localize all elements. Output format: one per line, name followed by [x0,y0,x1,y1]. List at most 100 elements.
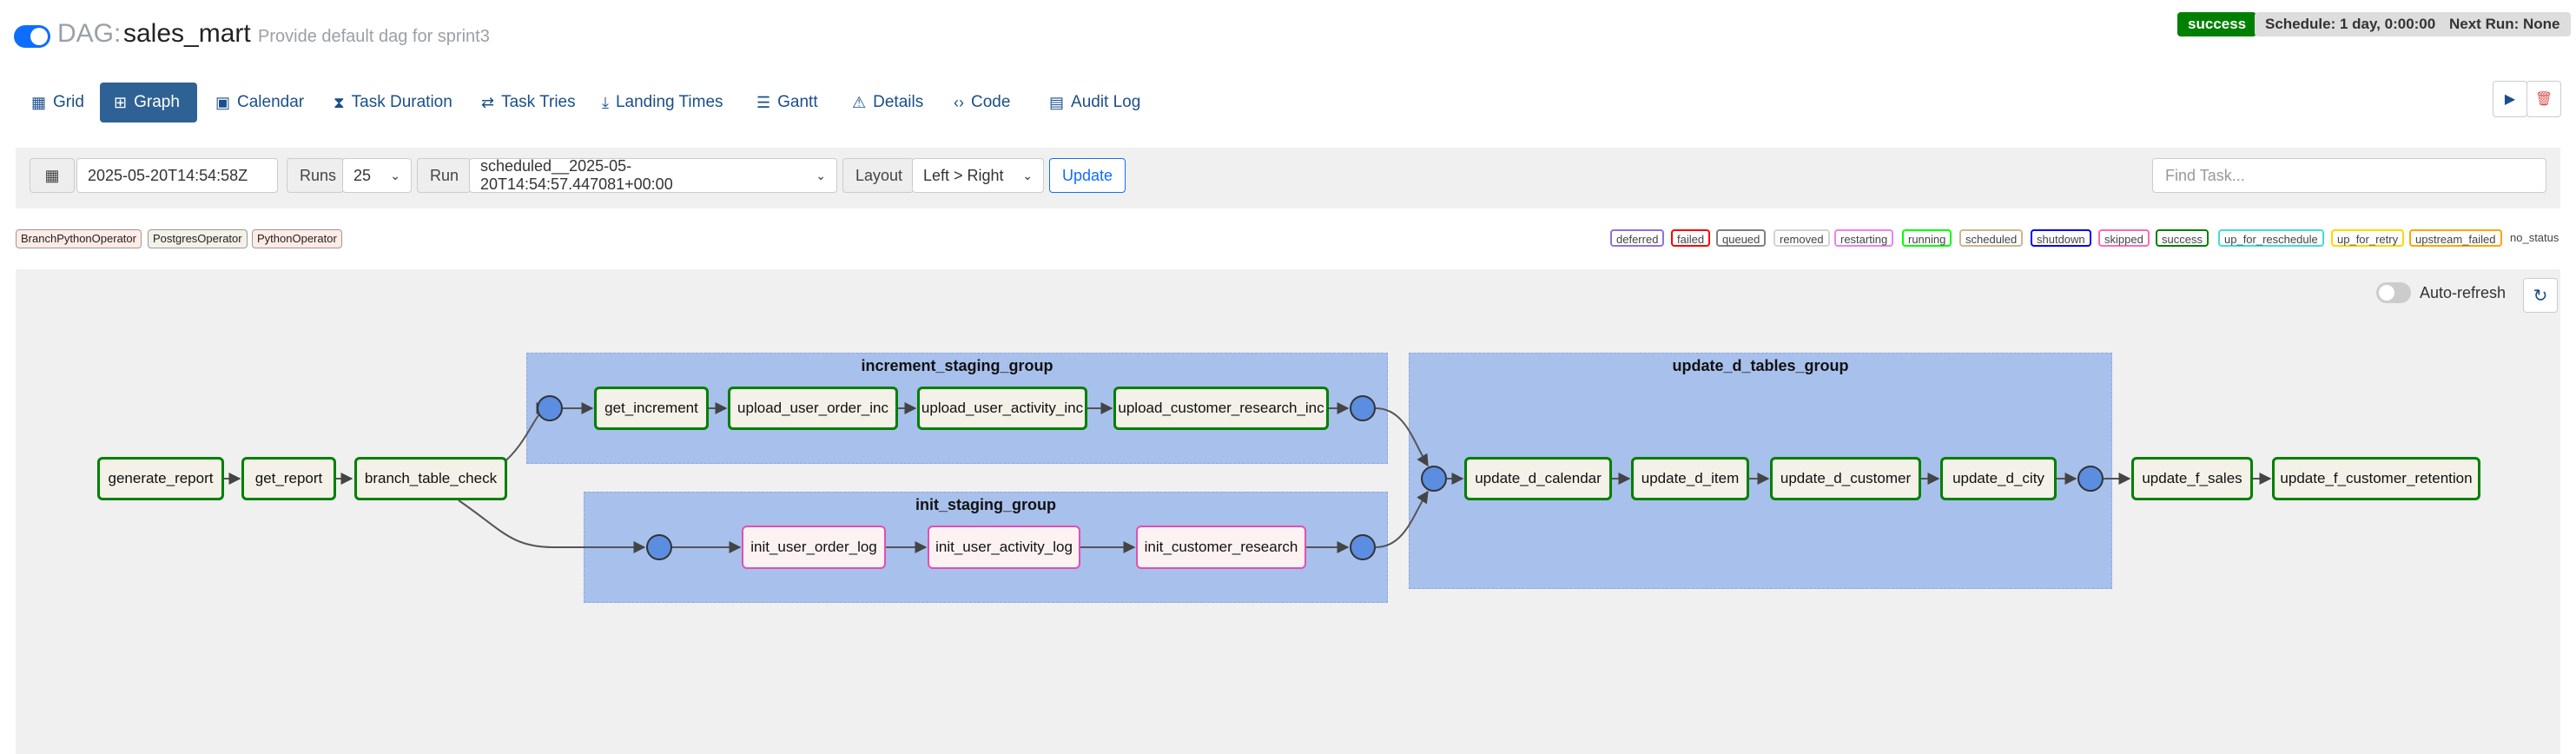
chevron-down-icon: ⌄ [1022,168,1033,182]
state-legend-running[interactable]: running [1902,229,1952,247]
grid-icon: ▦ [31,93,47,111]
base-date-input[interactable]: 2025-05-20T14:54:58Z [76,158,278,193]
runs-select[interactable]: 25 ⌄ [342,158,412,193]
operator-legend-python: PythonOperator [252,229,342,248]
refresh-icon: ↻ [2533,286,2548,306]
layout-label: Layout [842,158,914,193]
run-select[interactable]: scheduled__2025-05-20T14:54:57.447081+00… [469,157,837,193]
task-node-init-user-order-log[interactable]: init_user_order_log [742,526,886,569]
audit-file-icon: ▤ [1049,93,1065,111]
dag-title: sales_mart [123,19,251,48]
tab-calendar-label: Calendar [237,93,305,111]
next-run-badge: Next Run: None [2439,12,2571,36]
state-legend-restarting[interactable]: restarting [1834,229,1894,247]
tab-graph[interactable]: ⊞ Graph [100,83,197,122]
update-button[interactable]: Update [1049,158,1126,193]
task-node-init-customer-research[interactable]: init_customer_research [1136,526,1306,569]
auto-refresh-control[interactable]: Auto-refresh [2376,282,2506,303]
state-legend-scheduled[interactable]: scheduled [1959,229,2024,247]
run-select-value: scheduled__2025-05-20T14:54:57.447081+00… [480,157,673,193]
tab-grid[interactable]: ▦ Grid [17,83,98,122]
group-join-node[interactable] [2077,466,2104,492]
code-icon: ‹› [954,93,964,111]
state-legend-deferred[interactable]: deferred [1610,229,1665,247]
tab-landing-times[interactable]: ⤓ Landing Times [588,83,737,122]
delete-dag-button[interactable]: 🗑 [2526,81,2561,117]
retry-icon: ⇄ [481,93,495,111]
tab-landing-times-label: Landing Times [615,93,723,111]
group-join-node[interactable] [1350,395,1376,421]
auto-refresh-switch[interactable] [2376,282,2411,303]
state-legend-upstream-failed[interactable]: upstream_failed [2409,229,2502,247]
runs-select-value: 25 [353,166,372,184]
graph-edges [224,402,2272,553]
tab-code[interactable]: ‹› Code [940,83,1024,122]
chevron-down-icon: ⌄ [816,168,826,182]
tab-gantt-label: Gantt [777,93,818,111]
graph-canvas[interactable]: increment_staging_group init_staging_gro… [16,269,2560,754]
group-join-node[interactable] [1350,534,1376,560]
layout-select[interactable]: Left > Right ⌄ [912,158,1044,193]
tab-task-tries-label: Task Tries [501,93,576,111]
task-node-get-increment[interactable]: get_increment [594,387,709,430]
date-picker-button[interactable]: ▦ [30,158,75,193]
play-icon: ▶ [2504,92,2516,107]
task-node-update-d-calendar[interactable]: update_d_calendar [1464,457,1612,500]
dag-label-prefix: DAG: [57,19,122,48]
chevron-down-icon: ⌄ [390,168,400,182]
toggle-knob [30,28,48,45]
task-node-update-d-item[interactable]: update_d_item [1631,457,1749,500]
landing-icon: ⤓ [602,93,609,111]
tab-gantt[interactable]: ☰ Gantt [743,83,832,122]
group-join-node[interactable] [1421,466,1447,492]
operator-legend-branch-python: BranchPythonOperator [16,229,142,248]
task-node-update-f-sales[interactable]: update_f_sales [2131,457,2253,500]
tab-graph-label: Graph [134,93,180,111]
calendar-icon: ▦ [44,166,60,184]
task-node-generate-report[interactable]: generate_report [97,457,224,500]
state-legend-skipped[interactable]: skipped [2098,229,2150,247]
switch-knob [2379,285,2394,301]
tab-audit-log-label: Audit Log [1071,93,1141,111]
tab-calendar[interactable]: ▣ Calendar [201,83,318,122]
find-task-input[interactable]: Find Task... [2152,158,2546,193]
calendar-icon: ▣ [215,93,231,111]
dag-pause-toggle[interactable] [14,25,50,48]
tab-task-tries[interactable]: ⇄ Task Tries [467,83,590,122]
refresh-button[interactable]: ↻ [2523,278,2558,313]
operator-legend-postgres: PostgresOperator [148,229,248,248]
tab-task-duration[interactable]: ⧗ Task Duration [320,83,466,122]
trash-icon: 🗑 [2534,92,2553,107]
task-node-upload-user-order-inc[interactable]: upload_user_order_inc [728,387,898,430]
state-legend-up-for-retry[interactable]: up_for_retry [2331,229,2405,247]
state-legend-up-for-reschedule[interactable]: up_for_reschedule [2218,229,2324,247]
state-legend-removed[interactable]: removed [1773,229,1830,247]
state-legend-queued[interactable]: queued [1716,229,1767,247]
tab-details[interactable]: ⚠ Details [838,83,937,122]
edge [1375,490,1429,548]
state-legend-shutdown[interactable]: shutdown [2031,229,2091,247]
task-node-branch-table-check[interactable]: branch_table_check [354,457,507,500]
group-join-node[interactable] [537,395,563,421]
trigger-dag-button[interactable]: ▶ [2493,81,2527,117]
task-node-init-user-activity-log[interactable]: init_user_activity_log [928,526,1080,569]
hourglass-icon: ⧗ [334,93,345,111]
task-node-update-f-customer-retention[interactable]: update_f_customer_retention [2272,457,2480,500]
task-node-update-d-city[interactable]: update_d_city [1940,457,2057,500]
tab-audit-log[interactable]: ▤ Audit Log [1035,83,1154,122]
warning-icon: ⚠ [852,93,867,111]
tab-code-label: Code [971,93,1011,111]
state-legend-success[interactable]: success [2156,229,2209,247]
task-node-update-d-customer[interactable]: update_d_customer [1770,457,1921,500]
edge [1375,407,1429,467]
layout-select-value: Left > Right [923,166,1004,184]
task-node-upload-user-activity-inc[interactable]: upload_user_activity_inc [917,387,1087,430]
group-join-node[interactable] [646,534,672,560]
state-legend-failed[interactable]: failed [1671,229,1711,247]
auto-refresh-label: Auto-refresh [2420,283,2507,301]
task-node-upload-customer-research-inc[interactable]: upload_customer_research_inc [1113,387,1329,430]
state-legend-no-status[interactable]: no_status [2510,231,2559,244]
tab-details-label: Details [873,93,924,111]
task-node-get-report[interactable]: get_report [241,457,336,500]
gantt-icon: ☰ [756,93,771,111]
